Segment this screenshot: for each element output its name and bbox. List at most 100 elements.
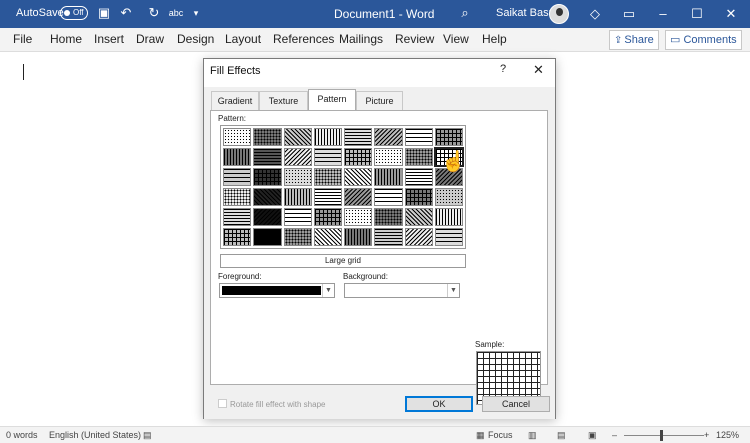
pattern-swatch[interactable]	[344, 128, 373, 146]
pattern-swatch[interactable]	[223, 168, 252, 186]
rotate-checkbox[interactable]: Rotate fill effect with shape	[218, 399, 325, 409]
pattern-swatch[interactable]	[374, 128, 403, 146]
pattern-swatch[interactable]	[404, 168, 433, 186]
tab-texture[interactable]: Texture	[259, 91, 308, 110]
pattern-swatch[interactable]	[283, 208, 312, 226]
pattern-swatch[interactable]	[344, 208, 373, 226]
pattern-swatch[interactable]	[404, 128, 433, 146]
pattern-swatch[interactable]	[404, 228, 433, 246]
pattern-swatch[interactable]	[344, 148, 373, 166]
tab-picture[interactable]: Picture	[356, 91, 403, 110]
chevron-down-icon: ▼	[322, 284, 334, 297]
pattern-swatch[interactable]	[253, 188, 282, 206]
menu-help[interactable]: Help	[482, 32, 507, 46]
ribbon-menu: File Home Insert Draw Design Layout Refe…	[0, 28, 750, 52]
web-layout-icon[interactable]: ▣	[588, 430, 597, 441]
customize-qat-icon[interactable]: ▾	[188, 5, 204, 21]
zoom-slider[interactable]	[624, 435, 704, 436]
pattern-swatch[interactable]	[223, 208, 252, 226]
close-window-icon[interactable]: ✕	[722, 5, 740, 23]
help-button[interactable]: ?	[500, 63, 506, 75]
pattern-swatch[interactable]	[313, 128, 342, 146]
pattern-swatch[interactable]	[283, 188, 312, 206]
search-icon[interactable]: ⌕	[457, 5, 473, 21]
pattern-swatch[interactable]	[313, 188, 342, 206]
pattern-swatch[interactable]	[344, 228, 373, 246]
menu-file[interactable]: File	[13, 32, 32, 46]
pattern-swatch[interactable]	[253, 228, 282, 246]
zoom-level[interactable]: 125%	[716, 430, 739, 440]
pattern-swatch[interactable]	[253, 168, 282, 186]
foreground-select[interactable]: ▼	[219, 283, 335, 298]
pattern-swatch[interactable]	[253, 208, 282, 226]
ok-button[interactable]: OK	[405, 396, 473, 412]
menu-references[interactable]: References	[273, 32, 334, 46]
pattern-swatch[interactable]	[434, 208, 463, 226]
pattern-swatch[interactable]	[283, 128, 312, 146]
pattern-swatch[interactable]	[404, 188, 433, 206]
print-layout-icon[interactable]: ▤	[557, 430, 566, 441]
undo-icon[interactable]: ↶	[118, 5, 134, 21]
pattern-swatch[interactable]	[283, 228, 312, 246]
pattern-swatch[interactable]	[313, 228, 342, 246]
spelling-icon[interactable]: abc	[168, 5, 184, 21]
pattern-swatch[interactable]	[223, 188, 252, 206]
diamond-icon[interactable]: ◇	[586, 5, 604, 23]
pattern-swatch[interactable]	[283, 148, 312, 166]
pattern-swatch[interactable]	[313, 168, 342, 186]
tab-pattern[interactable]: Pattern	[308, 89, 356, 111]
pattern-swatch[interactable]	[253, 148, 282, 166]
zoom-in-icon[interactable]: +	[704, 430, 709, 440]
zoom-out-icon[interactable]: –	[612, 430, 617, 440]
pattern-swatch[interactable]	[434, 228, 463, 246]
pattern-swatch[interactable]	[223, 128, 252, 146]
pattern-swatch[interactable]	[283, 168, 312, 186]
pattern-swatch[interactable]	[374, 188, 403, 206]
menu-layout[interactable]: Layout	[225, 32, 261, 46]
pattern-swatch[interactable]	[223, 148, 252, 166]
pattern-swatch[interactable]	[344, 168, 373, 186]
menu-draw[interactable]: Draw	[136, 32, 164, 46]
fill-effects-dialog: Fill Effects ? ✕ Gradient Texture Patter…	[203, 58, 556, 419]
cancel-button[interactable]: Cancel	[482, 396, 550, 412]
pattern-swatch[interactable]	[374, 168, 403, 186]
menu-insert[interactable]: Insert	[94, 32, 124, 46]
close-icon[interactable]: ✕	[533, 62, 544, 78]
comments-button[interactable]: ▭ Comments	[665, 30, 742, 50]
ribbon-display-icon[interactable]: ▭	[620, 5, 638, 23]
focus-label[interactable]: Focus	[488, 430, 513, 440]
pattern-swatch[interactable]	[313, 148, 342, 166]
menu-view[interactable]: View	[443, 32, 469, 46]
menu-home[interactable]: Home	[50, 32, 82, 46]
autosave-toggle[interactable]: Off	[60, 6, 88, 20]
avatar[interactable]	[549, 4, 569, 24]
pattern-swatch[interactable]	[253, 128, 282, 146]
menu-mailings[interactable]: Mailings	[339, 32, 383, 46]
word-count[interactable]: 0 words	[6, 430, 38, 440]
pattern-swatch[interactable]	[344, 188, 373, 206]
save-icon[interactable]: ▣	[96, 5, 112, 21]
read-mode-icon[interactable]: ▥	[528, 430, 537, 441]
zoom-slider-thumb[interactable]	[660, 430, 663, 441]
pattern-swatch[interactable]	[374, 228, 403, 246]
pattern-swatch[interactable]	[434, 188, 463, 206]
pattern-swatch[interactable]	[404, 148, 433, 166]
accessibility-icon[interactable]: ▤	[143, 430, 152, 441]
pattern-swatch[interactable]	[374, 148, 403, 166]
background-select[interactable]: ▼	[344, 283, 460, 298]
redo-icon[interactable]: ↻	[146, 5, 162, 21]
user-name[interactable]: Saikat Basu	[496, 7, 555, 19]
menu-review[interactable]: Review	[395, 32, 434, 46]
pattern-swatch[interactable]	[313, 208, 342, 226]
maximize-icon[interactable]: ☐	[688, 5, 706, 23]
menu-design[interactable]: Design	[177, 32, 214, 46]
language[interactable]: English (United States)	[49, 430, 141, 440]
pattern-swatch[interactable]	[223, 228, 252, 246]
pattern-swatch[interactable]	[434, 128, 463, 146]
tab-gradient[interactable]: Gradient	[211, 91, 259, 110]
minimize-icon[interactable]: –	[654, 5, 672, 23]
pattern-swatch[interactable]	[404, 208, 433, 226]
pattern-swatch[interactable]	[374, 208, 403, 226]
share-button[interactable]: ⇪ Share	[609, 30, 659, 50]
focus-icon[interactable]: ▦	[476, 430, 485, 441]
